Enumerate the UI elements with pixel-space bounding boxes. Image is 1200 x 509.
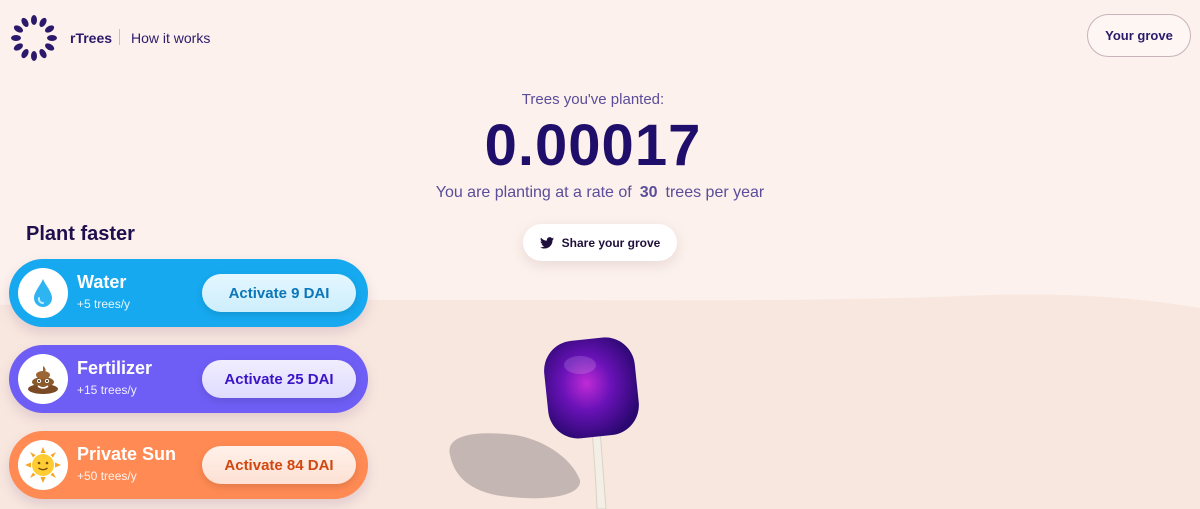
boost-name: Private Sun xyxy=(77,444,177,464)
brand-name[interactable]: rTrees xyxy=(70,30,112,46)
tree-trunk xyxy=(591,429,607,509)
boost-rate: +5 trees/y xyxy=(77,297,131,311)
planting-rate: You are planting at a rate of 30 trees per… xyxy=(0,184,1200,202)
trees-planted-count: 0.00017 xyxy=(484,113,702,178)
fertilizer-boost-card: Fertilizer +15 trees/y Activate 25 DAI xyxy=(9,345,368,413)
private-sun-boost-card: Private Sun +50 trees/y Activate 84 DAI xyxy=(9,431,368,499)
boost-rate: +15 trees/y xyxy=(77,383,137,397)
how-it-works-link[interactable]: How it works xyxy=(131,30,210,46)
tree-crown xyxy=(544,337,639,439)
boost-name: Water xyxy=(77,272,127,292)
trees-planted-label: Trees you've planted: xyxy=(521,91,665,108)
poop-icon xyxy=(18,354,68,404)
activate-fertilizer-button[interactable]: Activate 25 DAI xyxy=(202,360,356,398)
boost-name: Fertilizer xyxy=(77,358,153,378)
rate-value: 30 xyxy=(639,184,658,201)
sun-icon xyxy=(18,440,68,490)
rate-prefix: You are planting at a rate of xyxy=(435,184,632,201)
header-divider xyxy=(119,29,120,45)
water-drop-icon xyxy=(18,268,68,318)
water-boost-card: Water +5 trees/y Activate 9 DAI xyxy=(9,259,368,327)
twitter-icon xyxy=(539,236,554,249)
tree-shadow xyxy=(449,433,581,499)
your-grove-button[interactable]: Your grove xyxy=(1087,14,1191,57)
share-label: Share your grove xyxy=(561,235,661,250)
plant-faster-title: Plant faster xyxy=(26,223,135,245)
activate-private-sun-button[interactable]: Activate 84 DAI xyxy=(202,446,356,484)
share-grove-button[interactable]: Share your grove xyxy=(523,224,677,261)
activate-water-button[interactable]: Activate 9 DAI xyxy=(202,274,356,312)
rate-suffix: trees per year xyxy=(665,184,765,201)
tree-illustration xyxy=(449,337,639,509)
boost-rate: +50 trees/y xyxy=(77,469,137,483)
rtrees-logo-icon[interactable] xyxy=(10,14,58,62)
